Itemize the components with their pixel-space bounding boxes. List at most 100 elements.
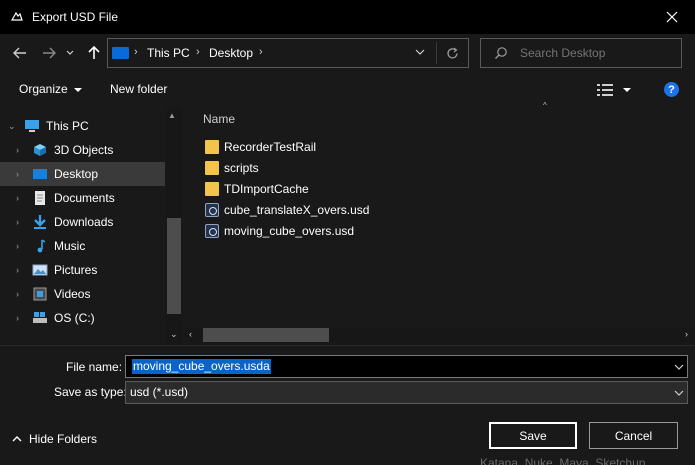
chevron-up-icon xyxy=(12,436,22,442)
chevron-down-icon xyxy=(415,49,425,55)
drive-icon xyxy=(33,312,47,323)
folder-icon xyxy=(205,182,219,196)
nav-label-os-c: OS (C:) xyxy=(54,311,95,325)
document-icon xyxy=(35,191,45,205)
refresh-button[interactable] xyxy=(441,43,463,63)
refresh-icon xyxy=(446,47,458,58)
filename-value[interactable]: moving_cube_overs.usda xyxy=(132,359,271,374)
chevron-right-icon: › xyxy=(16,145,19,155)
sort-ascending-icon: ^ xyxy=(543,101,547,110)
download-icon xyxy=(34,215,46,229)
chevron-right-icon: › xyxy=(134,46,138,58)
recent-locations-button[interactable] xyxy=(63,42,77,64)
chevron-right-icon: › xyxy=(16,193,19,203)
arrow-left-icon xyxy=(13,47,26,59)
file-name: scripts xyxy=(224,161,259,175)
background-window-text: Katana, Nuke, Maya, Sketchup xyxy=(480,456,646,465)
nav-item-documents[interactable]: › Documents xyxy=(0,186,165,210)
video-icon xyxy=(33,287,47,301)
close-button[interactable] xyxy=(649,0,695,34)
window-title: Export USD File xyxy=(32,10,119,24)
pictures-icon xyxy=(32,264,48,276)
file-row[interactable]: moving_cube_overs.usd xyxy=(205,222,455,242)
file-name: moving_cube_overs.usd xyxy=(224,224,355,238)
caret-down-icon xyxy=(623,88,631,92)
nav-label-documents: Documents xyxy=(54,191,115,205)
address-divider xyxy=(436,42,437,64)
file-name: RecorderTestRail xyxy=(224,140,317,154)
scroll-up-icon[interactable]: ▲ xyxy=(168,111,176,120)
file-row[interactable]: cube_translateX_overs.usd xyxy=(205,201,455,221)
computer-icon xyxy=(112,47,129,59)
arrow-up-icon xyxy=(88,46,100,59)
save-button[interactable]: Save xyxy=(489,422,577,449)
nav-item-pictures[interactable]: › Pictures xyxy=(0,258,165,282)
chevron-right-icon: › xyxy=(16,289,19,299)
save-as-type-dropdown-button[interactable] xyxy=(673,387,685,399)
chevron-down-icon xyxy=(674,390,684,396)
organize-label: Organize xyxy=(19,82,68,96)
nav-item-music[interactable]: › Music xyxy=(0,234,165,258)
desktop-icon xyxy=(33,169,47,179)
nav-label-this-pc: This PC xyxy=(46,119,89,133)
up-button[interactable] xyxy=(83,42,105,64)
cancel-button[interactable]: Cancel xyxy=(589,422,678,449)
change-view-button[interactable] xyxy=(597,82,637,98)
chevron-right-icon: › xyxy=(196,46,200,58)
music-icon xyxy=(37,239,46,253)
computer-icon xyxy=(25,120,39,132)
search-input[interactable] xyxy=(520,46,670,60)
hide-folders-label: Hide Folders xyxy=(29,432,98,446)
close-icon xyxy=(666,11,678,23)
new-folder-button[interactable]: New folder xyxy=(110,82,167,96)
arrow-right-icon xyxy=(43,47,56,59)
cube-icon xyxy=(34,144,46,156)
help-button[interactable]: ? xyxy=(664,82,679,97)
breadcrumb-desktop[interactable]: Desktop xyxy=(209,46,253,60)
nav-item-desktop[interactable]: › Desktop xyxy=(0,162,165,186)
nav-item-downloads[interactable]: › Downloads xyxy=(0,210,165,234)
usd-file-icon xyxy=(205,224,219,238)
filename-dropdown-button[interactable] xyxy=(673,361,685,373)
hide-folders-button[interactable]: Hide Folders xyxy=(12,432,97,446)
usd-file-icon xyxy=(205,203,219,217)
nav-item-this-pc[interactable]: ⌄ This PC xyxy=(0,114,165,138)
chevron-down-icon[interactable]: ⌄ xyxy=(170,329,178,340)
folder-icon xyxy=(205,161,219,175)
chevron-right-icon: › xyxy=(16,169,19,179)
navigation-pane: ⌄ This PC › 3D Objects › Desktop › Docum… xyxy=(0,108,182,345)
nav-label-music: Music xyxy=(54,239,86,253)
breadcrumb-this-pc[interactable]: This PC xyxy=(147,46,190,60)
nav-item-3d-objects[interactable]: › 3D Objects xyxy=(0,138,165,162)
file-name: TDImportCache xyxy=(224,182,309,196)
forward-button[interactable] xyxy=(38,42,60,64)
nav-scrollbar-thumb[interactable] xyxy=(167,218,181,314)
search-icon xyxy=(495,47,507,59)
nav-item-videos[interactable]: › Videos xyxy=(0,282,165,306)
file-row[interactable]: RecorderTestRail xyxy=(205,138,455,158)
folder-icon xyxy=(205,140,219,154)
chevron-left-icon[interactable]: ‹ xyxy=(189,329,192,339)
organize-button[interactable]: Organize xyxy=(19,82,82,96)
save-as-type-select[interactable] xyxy=(125,381,688,404)
back-button[interactable] xyxy=(9,42,31,64)
nav-label-videos: Videos xyxy=(54,287,91,301)
nav-label-pictures: Pictures xyxy=(54,263,98,277)
file-row[interactable]: TDImportCache xyxy=(205,180,455,200)
save-as-type-value: usd (*.usd) xyxy=(130,385,189,399)
nav-label-downloads: Downloads xyxy=(54,215,114,229)
file-row[interactable]: scripts xyxy=(205,159,455,179)
file-name: cube_translateX_overs.usd xyxy=(224,203,370,217)
chevron-down-icon xyxy=(66,50,74,55)
chevron-down-icon xyxy=(674,364,684,370)
chevron-right-icon: › xyxy=(16,265,19,275)
horizontal-scrollbar-thumb[interactable] xyxy=(203,328,329,342)
details-view-icon xyxy=(597,84,613,96)
nav-item-os-c[interactable]: › OS (C:) xyxy=(0,306,165,330)
nav-label-desktop: Desktop xyxy=(54,167,99,181)
column-header-name[interactable]: Name xyxy=(203,112,235,126)
chevron-right-icon[interactable]: › xyxy=(685,329,688,339)
address-dropdown-button[interactable] xyxy=(413,44,427,60)
app-icon xyxy=(11,11,23,21)
chevron-right-icon: › xyxy=(16,241,19,251)
